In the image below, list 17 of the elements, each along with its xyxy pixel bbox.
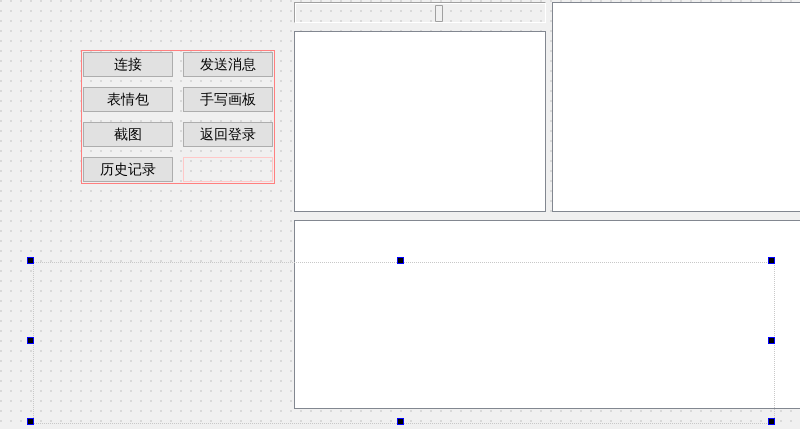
push-button[interactable]: 表情包 bbox=[83, 87, 173, 112]
push-button[interactable]: 发送消息 bbox=[183, 52, 273, 77]
selection-handle[interactable] bbox=[27, 418, 34, 425]
push-button[interactable]: 历史记录 bbox=[83, 157, 173, 182]
selection-handle[interactable] bbox=[768, 418, 775, 425]
push-button[interactable]: 连接 bbox=[83, 52, 173, 77]
selection-handle[interactable] bbox=[768, 337, 775, 344]
push-button[interactable]: 截图 bbox=[83, 122, 173, 147]
selection-handle[interactable] bbox=[27, 337, 34, 344]
selection-handle[interactable] bbox=[27, 257, 34, 264]
push-button[interactable]: 返回登录 bbox=[183, 122, 273, 147]
selection-handle[interactable] bbox=[397, 418, 404, 425]
slider-handle[interactable] bbox=[434, 5, 442, 22]
push-button[interactable]: 手写画板 bbox=[183, 87, 273, 112]
horizontal-slider[interactable] bbox=[294, 2, 546, 23]
selection-handle[interactable] bbox=[397, 257, 404, 264]
selection-handle[interactable] bbox=[768, 257, 775, 264]
